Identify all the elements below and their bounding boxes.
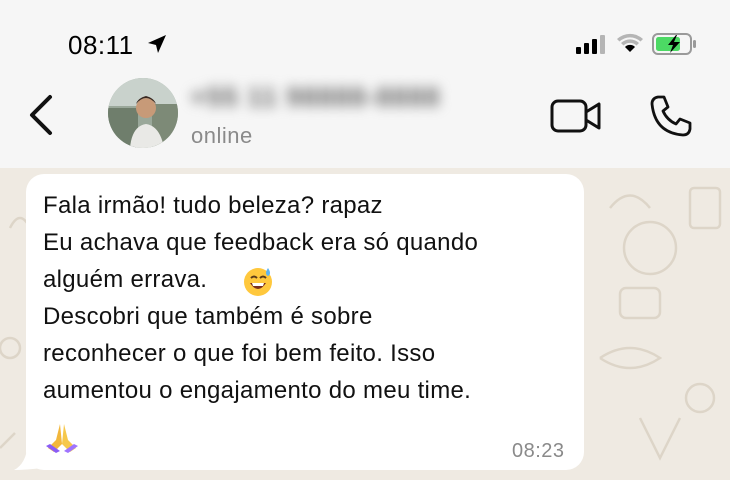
wifi-icon	[617, 33, 643, 52]
grinning-sweat-emoji	[244, 268, 272, 296]
video-call-icon[interactable]	[549, 98, 603, 134]
chat-area[interactable]: Fala irmão! tudo beleza? rapaz Eu achava…	[0, 168, 730, 480]
message-line: Fala irmão! tudo beleza? rapaz	[43, 192, 383, 219]
battery-charging-icon	[652, 33, 696, 55]
chat-header: +55 11 98888-8888 online	[0, 78, 730, 168]
contact-name-blurred[interactable]: +55 11 98888-8888	[190, 82, 440, 113]
phone-call-icon[interactable]	[649, 94, 693, 138]
status-time: 08:11	[68, 30, 134, 60]
folded-hands-emoji	[46, 424, 78, 453]
message-line: Eu achava que feedback era só quando	[43, 229, 479, 256]
chevron-left-icon[interactable]	[26, 93, 56, 137]
contact-avatar[interactable]	[108, 78, 178, 148]
message-line: Descobri que também é sobre	[43, 303, 373, 330]
message-line: reconhecer o que foi bem feito. Isso	[43, 340, 436, 367]
avatar-photo	[108, 78, 178, 148]
cellular-signal-icon	[576, 35, 605, 54]
message-time: 08:23	[512, 440, 565, 462]
location-arrow-icon	[148, 35, 166, 53]
message-line: aumentou o engajamento do meu time.	[43, 377, 472, 404]
status-bar: 08:11	[0, 0, 730, 85]
presence-status: online	[191, 123, 253, 148]
message-line: alguém errava.	[43, 266, 208, 293]
